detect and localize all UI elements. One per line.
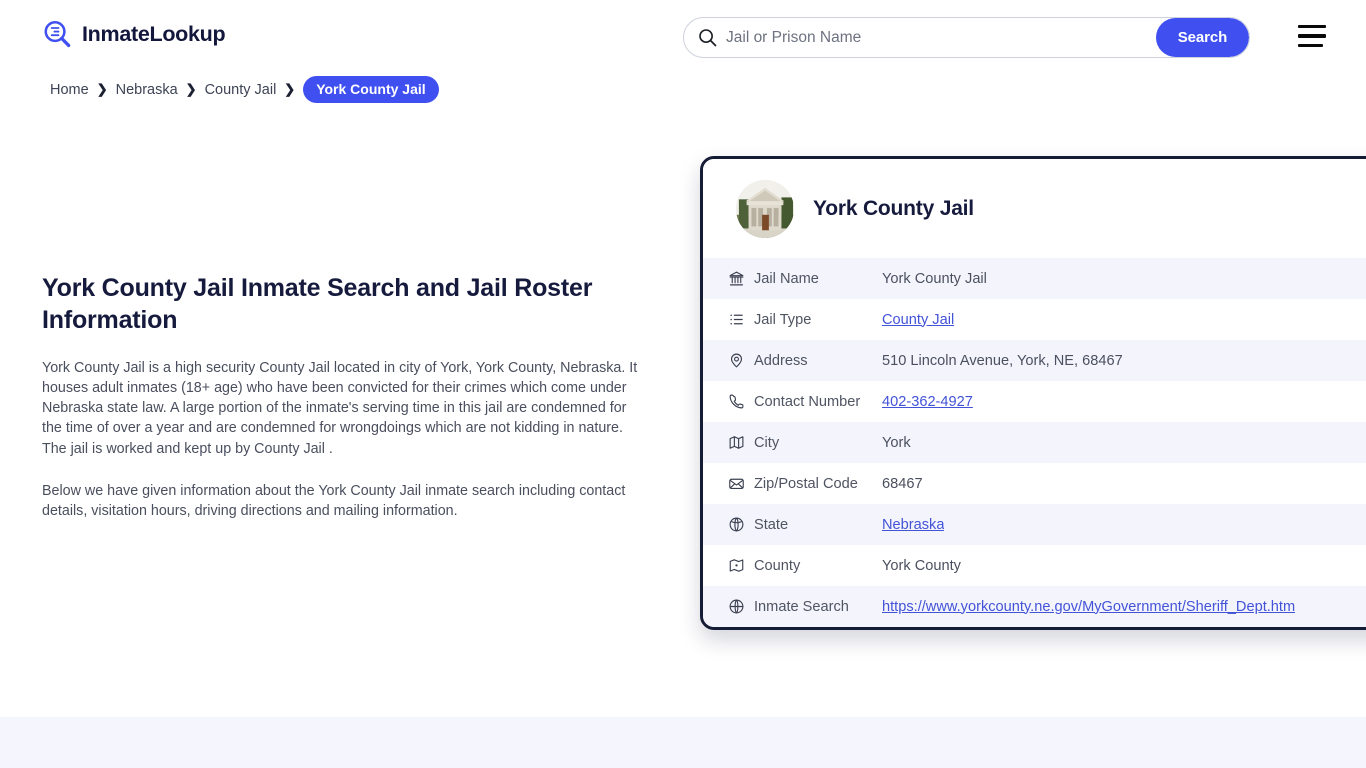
table-row: Jail Type County Jail: [703, 299, 1366, 340]
breadcrumb-separator-icon: ❯: [185, 81, 197, 96]
row-label: County: [754, 557, 801, 574]
search-button[interactable]: Search: [1156, 18, 1249, 57]
row-value-link[interactable]: https://www.yorkcounty.ne.gov/MyGovernme…: [882, 599, 1295, 615]
breadcrumb-separator-icon: ❯: [96, 81, 108, 96]
row-value-link[interactable]: County Jail: [882, 312, 954, 328]
map-icon: [728, 434, 754, 451]
table-row: City York: [703, 422, 1366, 463]
jail-info-card-header: York County Jail: [703, 159, 1366, 258]
courthouse-photo: [736, 180, 794, 238]
row-label: State: [754, 516, 789, 533]
hamburger-menu-icon[interactable]: [1298, 25, 1326, 47]
table-row: Jail Name York County Jail: [703, 258, 1366, 299]
row-value: York County Jail: [882, 270, 987, 287]
table-row: Zip/Postal Code 68467: [703, 463, 1366, 504]
jail-info-card: York County Jail Jail Name York County Ja…: [700, 156, 1366, 630]
row-value: York County: [882, 557, 961, 574]
site-header: InmateLookup Search: [0, 0, 1366, 74]
row-value[interactable]: County Jail: [882, 312, 954, 328]
row-value[interactable]: 402-362-4927: [882, 394, 973, 410]
row-value-link[interactable]: 402-362-4927: [882, 394, 973, 410]
brand-name: InmateLookup: [82, 22, 226, 46]
intro-paragraph: York County Jail is a high security Coun…: [42, 359, 638, 457]
jail-info-table: Jail Name York County Jail Jail Type County…: [703, 258, 1366, 627]
row-value: 510 Lincoln Avenue, York, NE, 68467: [882, 352, 1123, 369]
row-value: York: [882, 434, 911, 451]
brand-logo-link[interactable]: InmateLookup: [42, 19, 226, 50]
table-row: State Nebraska: [703, 504, 1366, 545]
row-label: Contact Number: [754, 393, 861, 410]
bank-icon: [728, 270, 754, 287]
hamburger-bar: [1298, 25, 1326, 29]
row-label: Jail Name: [754, 270, 819, 287]
row-label: City: [754, 434, 780, 451]
table-row: Contact Number 402-362-4927: [703, 381, 1366, 422]
page-bottom-section: [0, 717, 1366, 768]
search-icon: [684, 18, 722, 57]
jail-card-title: York County Jail: [813, 197, 974, 220]
envelope-icon: [728, 475, 754, 492]
row-label: Inmate Search: [754, 598, 849, 615]
phone-icon: [728, 393, 754, 410]
table-row: Inmate Search https://www.yorkcounty.ne.g…: [703, 586, 1366, 627]
row-label: Jail Type: [754, 311, 812, 328]
breadcrumb-item-county-jail[interactable]: County Jail: [205, 82, 277, 98]
list-icon: [728, 311, 754, 328]
row-label: Address: [754, 352, 808, 369]
breadcrumb-item-nebraska[interactable]: Nebraska: [116, 82, 178, 98]
county-icon: [728, 557, 754, 574]
map-pin-icon: [728, 352, 754, 369]
breadcrumb-separator-icon: ❯: [284, 81, 296, 96]
article-column: York County Jail Inmate Search and Jail …: [42, 272, 638, 522]
secondary-paragraph: Below we have given information about th…: [42, 482, 626, 520]
globe-pin-icon: [728, 516, 754, 533]
row-label: Zip/Postal Code: [754, 475, 858, 492]
hamburger-bar: [1298, 43, 1323, 47]
page-title: York County Jail Inmate Search and Jail …: [42, 274, 593, 335]
row-value[interactable]: https://www.yorkcounty.ne.gov/MyGovernme…: [882, 599, 1295, 615]
search-bar[interactable]: Search: [683, 17, 1250, 58]
row-value: 68467: [882, 475, 923, 492]
breadcrumb: Home ❯ Nebraska ❯ County Jail ❯ York County Ja…: [50, 76, 439, 103]
globe-icon: [728, 598, 754, 615]
table-row: County York County: [703, 545, 1366, 586]
row-value[interactable]: Nebraska: [882, 517, 944, 533]
row-value-link[interactable]: Nebraska: [882, 517, 944, 533]
magnifier-logo-icon: [42, 19, 73, 50]
breadcrumb-item-home[interactable]: Home: [50, 82, 89, 98]
hamburger-bar: [1298, 34, 1326, 38]
breadcrumb-item-york-county-jail: York County Jail: [303, 76, 439, 103]
table-row: Address 510 Lincoln Avenue, York, NE, 684…: [703, 340, 1366, 381]
search-input[interactable]: [722, 18, 1156, 57]
